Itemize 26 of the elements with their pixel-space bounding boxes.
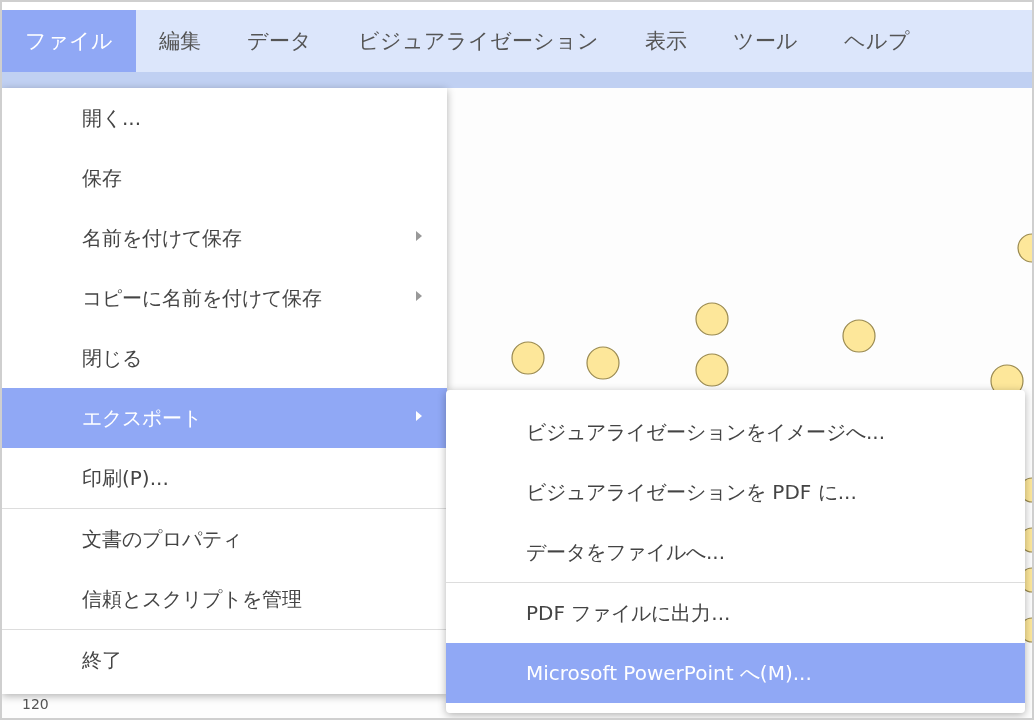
data-point	[695, 353, 729, 387]
menu-item[interactable]: コピーに名前を付けて保存	[2, 268, 447, 328]
menu-item[interactable]: 名前を付けて保存	[2, 208, 447, 268]
menu-item[interactable]: データをファイルへ...	[446, 522, 1025, 582]
menu-bar-item[interactable]: データ	[224, 10, 335, 72]
menu-item[interactable]: 開く...	[2, 88, 447, 148]
data-point	[842, 319, 876, 353]
menu-item[interactable]: 終了	[2, 630, 447, 690]
data-point	[695, 302, 729, 336]
menu-bar-item[interactable]: ツール	[710, 10, 821, 72]
menu-item[interactable]: ビジュアライゼーションをイメージへ...	[446, 402, 1025, 462]
data-point	[586, 346, 620, 380]
menu-bar-item[interactable]: 表示	[622, 10, 710, 72]
menu-item[interactable]: 保存	[2, 148, 447, 208]
data-point	[511, 341, 545, 375]
data-point	[1017, 233, 1032, 263]
menu-bar-item[interactable]: ビジュアライゼーション	[335, 10, 622, 72]
menu-item[interactable]: 文書のプロパティ	[2, 509, 447, 569]
menu-bar-item[interactable]: ヘルプ	[821, 10, 933, 72]
axis-label: 120	[22, 696, 49, 712]
menu-item[interactable]: ビジュアライゼーションを PDF に...	[446, 462, 1025, 522]
menu-item[interactable]: 印刷(P)...	[2, 448, 447, 508]
menu-item[interactable]: 信頼とスクリプトを管理	[2, 569, 447, 629]
menu-item[interactable]: PDF ファイルに出力...	[446, 583, 1025, 643]
menu-item[interactable]: 閉じる	[2, 328, 447, 388]
menu-bar-item[interactable]: 編集	[136, 10, 224, 72]
